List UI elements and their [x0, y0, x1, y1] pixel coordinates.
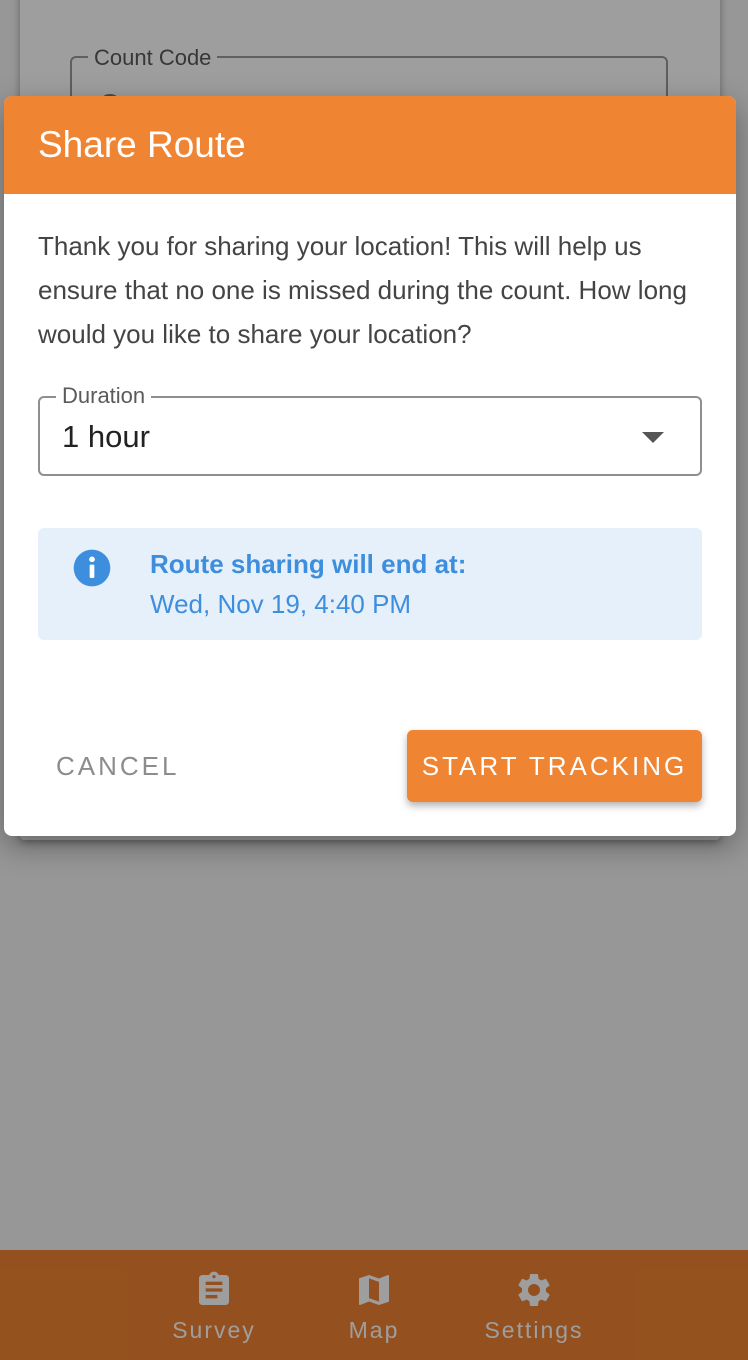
- info-icon: [73, 549, 111, 587]
- duration-select[interactable]: Duration 1 hour: [38, 382, 702, 476]
- duration-label: Duration: [56, 382, 152, 410]
- dialog-title: Share Route: [38, 124, 246, 165]
- dialog-header: Share Route: [4, 96, 736, 194]
- start-tracking-button[interactable]: START TRACKING: [407, 730, 702, 802]
- dropdown-arrow-icon: [642, 432, 664, 443]
- dialog-actions: CANCEL START TRACKING: [4, 730, 736, 802]
- info-alert: Route sharing will end at: Wed, Nov 19, …: [38, 528, 702, 640]
- info-title: Route sharing will end at:: [150, 549, 467, 579]
- end-time: Wed, Nov 19, 4:40 PM: [150, 589, 412, 619]
- dialog-body: Thank you for sharing your location! Thi…: [4, 194, 736, 640]
- share-route-dialog: Share Route Thank you for sharing your l…: [4, 96, 736, 836]
- duration-value: 1 hour: [62, 419, 150, 454]
- cancel-button[interactable]: CANCEL: [42, 730, 193, 802]
- dialog-message: Thank you for sharing your location! Thi…: [38, 231, 687, 349]
